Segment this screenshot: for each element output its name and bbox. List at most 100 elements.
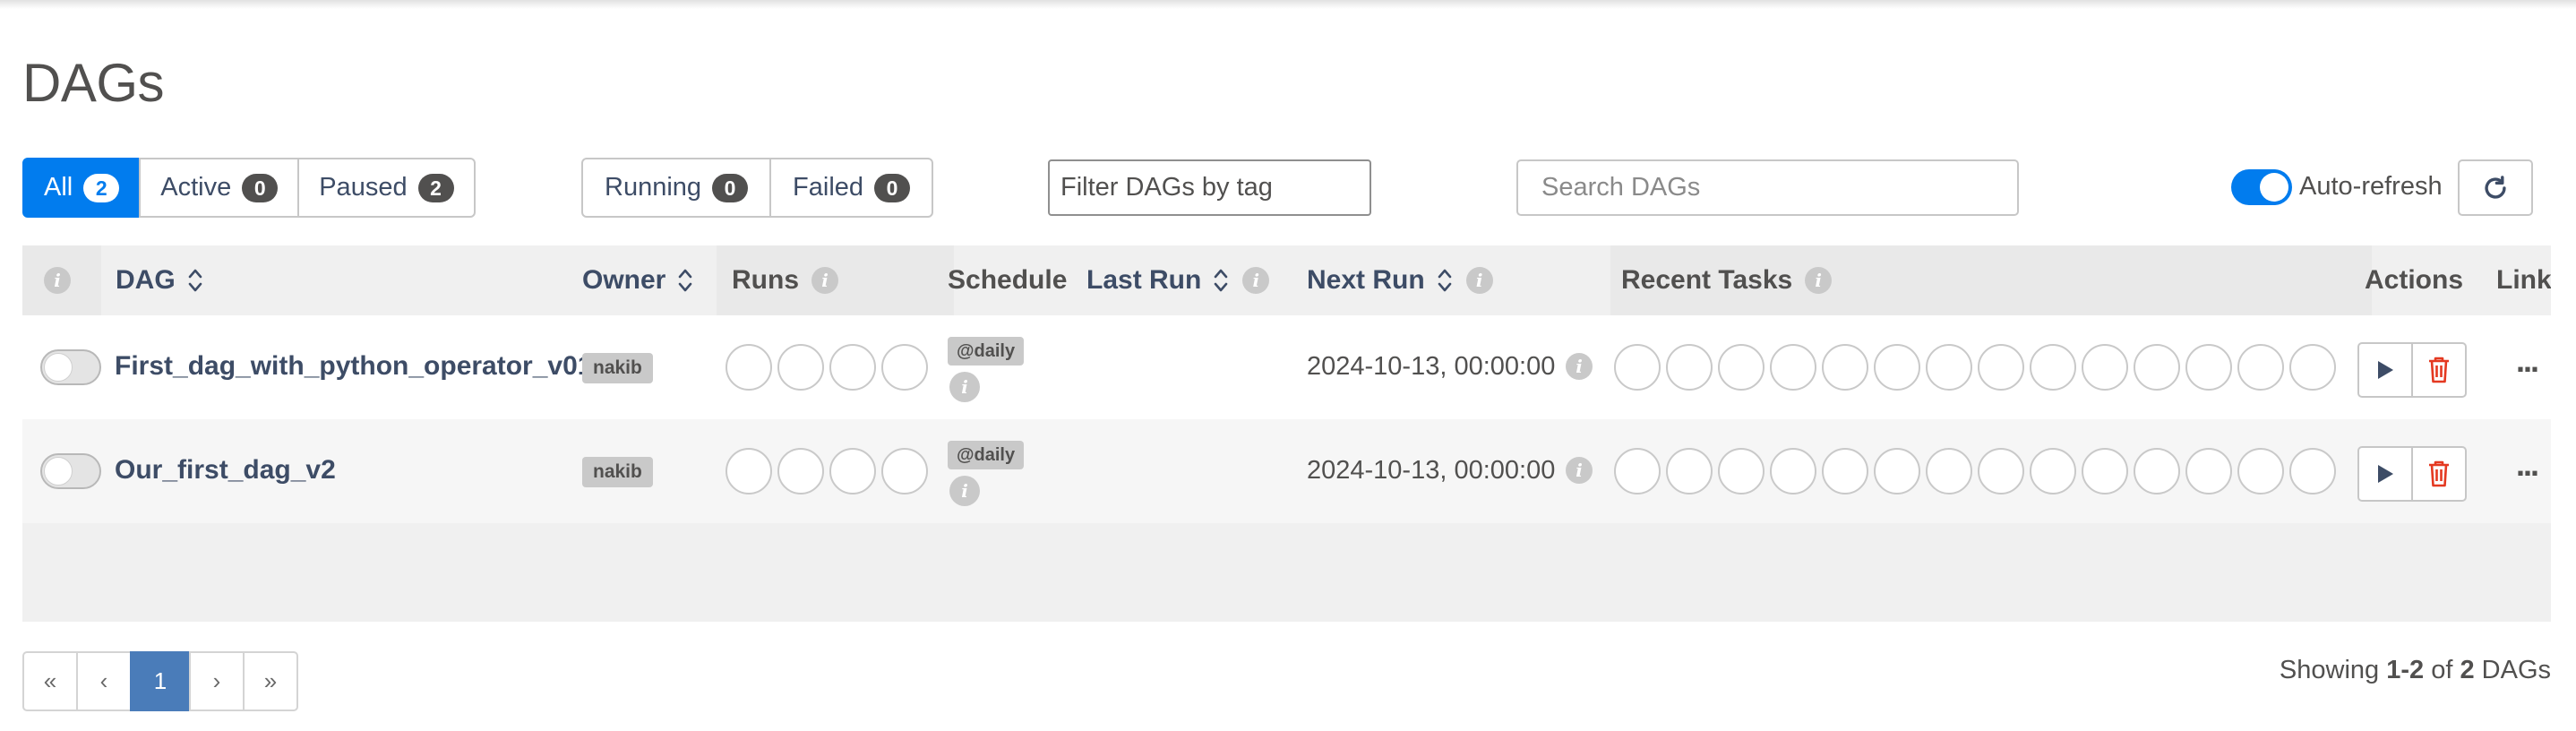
header-next-run[interactable]: Next Run i [1307,245,1493,315]
schedule-badge[interactable]: @daily [948,441,1025,469]
info-icon: i [44,267,71,294]
task-status-circle[interactable] [1666,344,1713,391]
current-page-button[interactable]: 1 [130,651,191,711]
task-status-circle[interactable] [2289,448,2336,494]
run-status-circle[interactable] [881,344,928,391]
task-status-circle[interactable] [1978,344,2024,391]
play-icon [2378,465,2393,483]
first-page-button[interactable]: « [22,651,78,711]
schedule-badge[interactable]: @daily [948,337,1025,366]
task-status-circle[interactable] [1614,344,1661,391]
dags-table: i DAG Owner Runs i Schedule Last Run i N… [22,245,2551,622]
info-icon: i [1566,353,1593,380]
owner-badge[interactable]: nakib [582,457,653,487]
runs-status-circles [726,344,928,391]
task-status-circle[interactable] [2082,448,2128,494]
owner-badge[interactable]: nakib [582,353,653,383]
filter-active-button[interactable]: Active 0 [139,158,300,218]
task-status-circle[interactable] [1822,448,1868,494]
info-icon: i [1566,457,1593,484]
task-status-circle[interactable] [2082,344,2128,391]
task-status-circle[interactable] [1718,344,1765,391]
filter-paused-count: 2 [417,173,454,202]
task-status-circle[interactable] [2134,448,2180,494]
filter-failed-button[interactable]: Failed 0 [769,158,934,218]
task-status-circle[interactable] [1874,448,1920,494]
run-status-circle[interactable] [777,448,824,494]
header-links: Links [2496,245,2551,315]
task-status-circle[interactable] [2237,344,2284,391]
filter-active-label: Active [160,173,232,202]
next-run-info[interactable]: i [1566,457,1593,484]
delete-dag-button[interactable] [2411,342,2467,398]
last-page-button[interactable]: » [243,651,298,711]
task-status-circle[interactable] [2289,344,2336,391]
run-status-circle[interactable] [829,448,876,494]
filter-running-button[interactable]: Running 0 [581,158,772,218]
run-status-circle[interactable] [829,344,876,391]
task-status-circle[interactable] [2030,448,2076,494]
run-status-circle[interactable] [881,448,928,494]
filter-paused-button[interactable]: Paused 2 [297,158,476,218]
showing-range: 1-2 [2386,656,2425,684]
dag-link[interactable]: First_dag_with_python_operator_v01 [115,351,592,382]
tag-filter-input[interactable]: Filter DAGs by tag [1048,159,1371,216]
trigger-dag-button[interactable] [2357,342,2413,398]
delete-dag-button[interactable] [2411,446,2467,502]
tag-filter-placeholder: Filter DAGs by tag [1060,173,1273,202]
info-icon[interactable]: i [1805,267,1833,294]
task-status-circle[interactable] [1614,448,1661,494]
filter-all-label: All [44,173,73,202]
task-status-circle[interactable] [1926,344,1972,391]
task-status-circle[interactable] [2185,344,2232,391]
task-status-circle[interactable] [1978,448,2024,494]
search-input[interactable]: Search DAGs [1516,159,2019,216]
recent-tasks-circles [1614,344,2336,391]
filter-all-button[interactable]: All 2 [22,158,142,218]
task-status-circle[interactable] [2185,448,2232,494]
header-actions: Actions [2365,245,2463,315]
next-page-button[interactable]: › [189,651,245,711]
sort-icon [1438,269,1451,292]
header-schedule: Schedule [948,245,1067,315]
trigger-dag-button[interactable] [2357,446,2413,502]
table-row: First_dag_with_python_operator_v01 nakib… [22,315,2551,419]
schedule-info[interactable]: i [949,476,980,506]
ellipsis-icon[interactable]: ... [2516,446,2539,484]
schedule-info[interactable]: i [949,372,980,402]
header-last-run[interactable]: Last Run i [1086,245,1270,315]
header-owner[interactable]: Owner [582,245,694,315]
task-status-circle[interactable] [1926,448,1972,494]
run-filter-group: Running 0 Failed 0 [581,158,934,218]
next-run-value: 2024-10-13, 00:00:00 [1307,352,1556,381]
task-status-circle[interactable] [2030,344,2076,391]
header-dag[interactable]: DAG [116,245,204,315]
auto-refresh-toggle[interactable] [2231,169,2292,205]
task-status-circle[interactable] [1770,344,1816,391]
trash-icon [2429,357,2449,383]
filter-running-count: 0 [712,173,749,202]
task-status-circle[interactable] [1770,448,1816,494]
task-status-circle[interactable] [1822,344,1868,391]
task-status-circle[interactable] [1718,448,1765,494]
info-icon[interactable]: i [1465,267,1493,294]
task-status-circle[interactable] [2237,448,2284,494]
run-status-circle[interactable] [777,344,824,391]
next-run-info[interactable]: i [1566,353,1593,380]
info-icon[interactable]: i [1242,267,1270,294]
auto-refresh-label: Auto-refresh [2299,172,2443,201]
task-status-circle[interactable] [1666,448,1713,494]
refresh-button[interactable] [2458,159,2533,216]
filter-active-count: 0 [242,173,279,202]
dag-link[interactable]: Our_first_dag_v2 [115,455,336,486]
showing-suffix: DAGs [2481,656,2551,684]
task-status-circle[interactable] [1874,344,1920,391]
prev-page-button[interactable]: ‹ [76,651,132,711]
run-status-circle[interactable] [726,448,772,494]
pause-toggle[interactable] [40,453,101,489]
ellipsis-icon[interactable]: ... [2516,342,2539,380]
run-status-circle[interactable] [726,344,772,391]
pause-toggle[interactable] [40,349,101,385]
info-icon[interactable]: i [811,267,838,294]
task-status-circle[interactable] [2134,344,2180,391]
